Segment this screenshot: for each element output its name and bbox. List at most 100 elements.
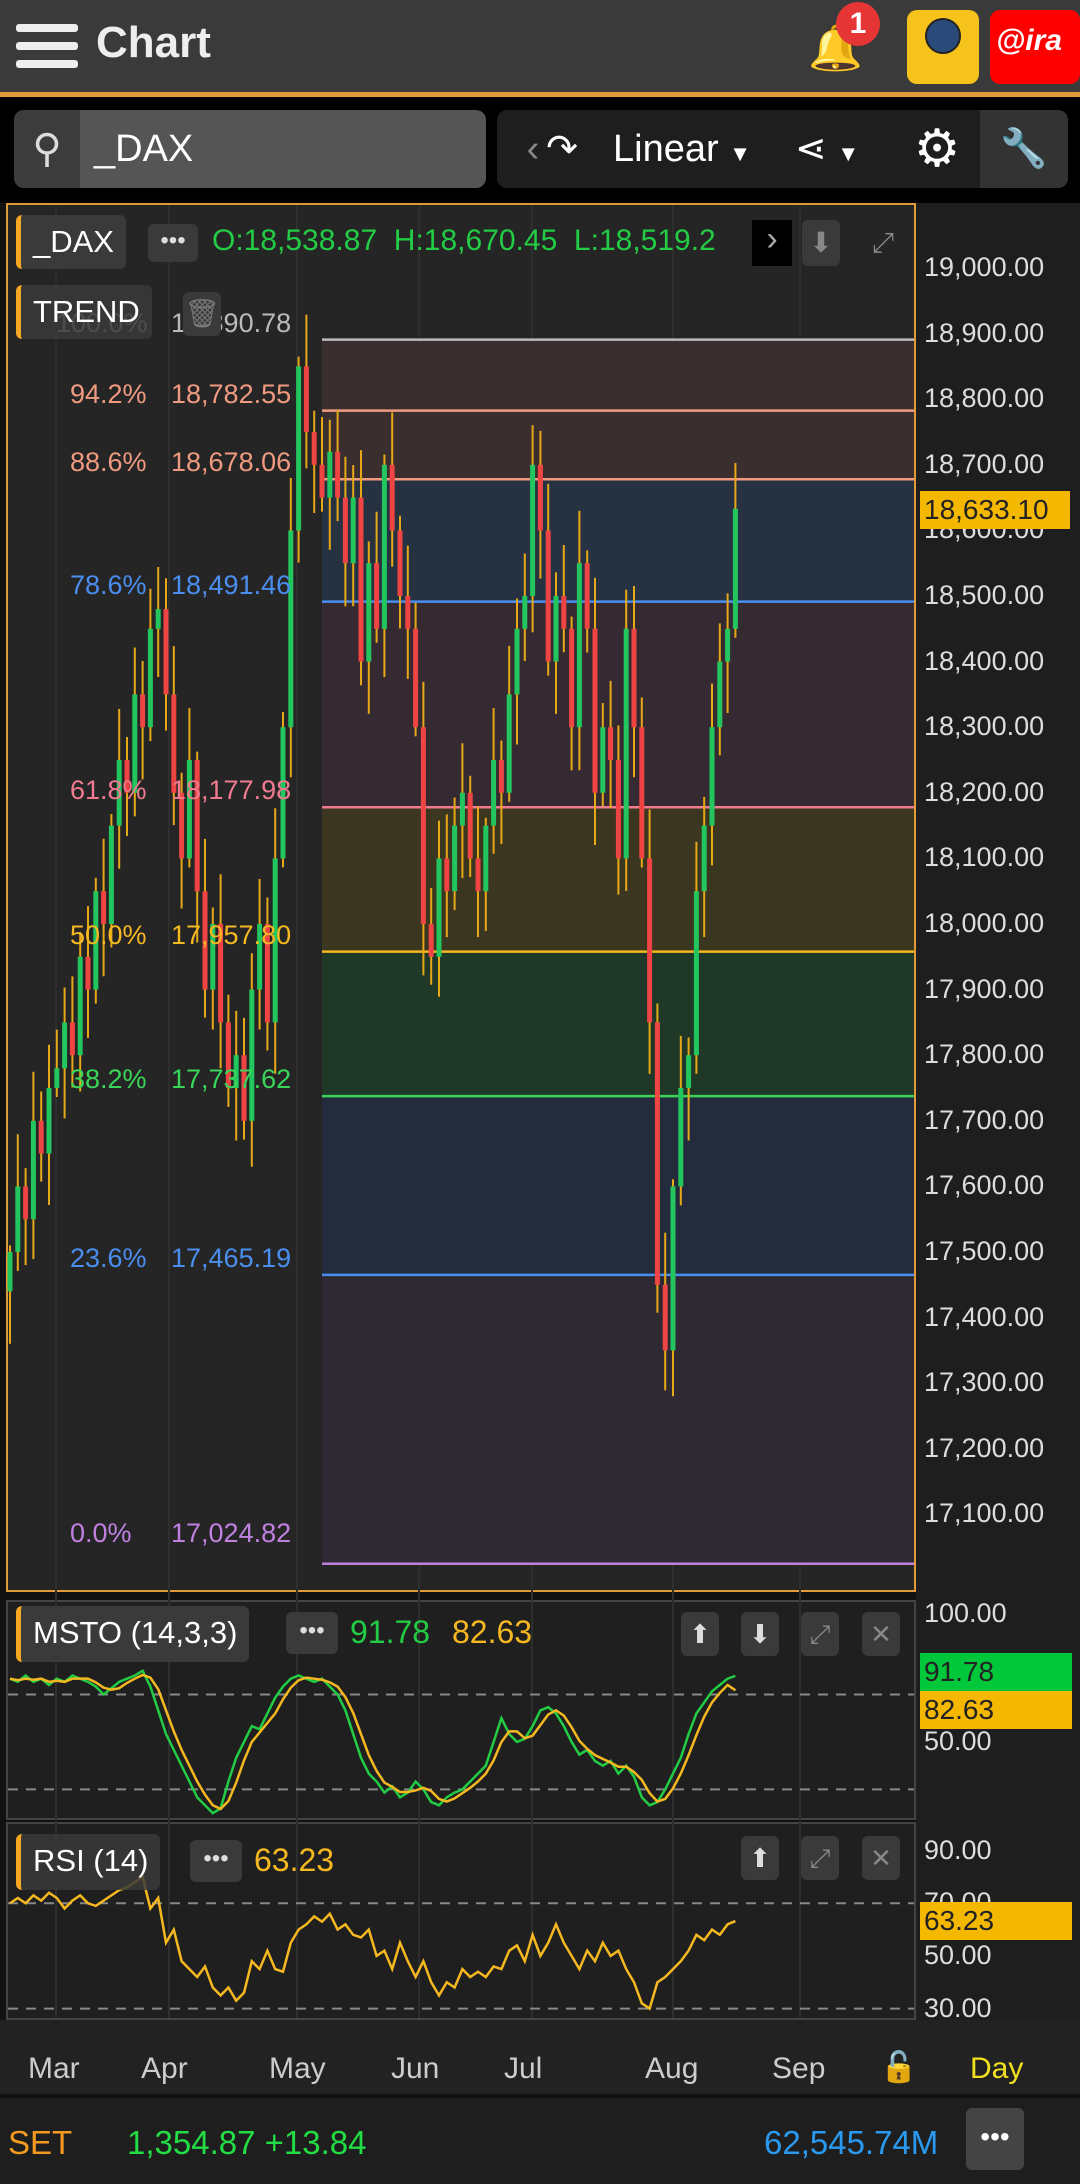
- period-selector[interactable]: Day: [970, 2052, 1023, 2086]
- candle-body: [717, 661, 723, 728]
- price-axis-label: 17,500.00: [924, 1236, 1045, 1266]
- symbol-tag[interactable]: _DAX: [16, 215, 126, 269]
- trash-icon[interactable]: 🗑: [183, 292, 221, 336]
- candle-body: [662, 1284, 668, 1351]
- candle-body: [420, 727, 426, 924]
- move-down-icon[interactable]: ⬇: [741, 1612, 779, 1656]
- more-options-icon[interactable]: •••: [148, 224, 198, 262]
- move-up-icon[interactable]: ⬆: [681, 1612, 719, 1656]
- fib-percent-label: 78.6%: [70, 569, 147, 600]
- candle-body: [670, 1186, 676, 1351]
- fib-value-label: 18,678.06: [171, 447, 292, 478]
- price-axis-label: 18,800.00: [924, 383, 1045, 414]
- candle-body: [15, 1186, 21, 1252]
- candle-body: [600, 727, 606, 793]
- move-down-icon[interactable]: ⬇: [802, 220, 840, 266]
- fib-band: [322, 1274, 914, 1564]
- expand-icon[interactable]: ⤢: [801, 1836, 839, 1880]
- month-label: Mar: [28, 2052, 80, 2085]
- fib-band: [322, 479, 914, 602]
- candle-body: [69, 1022, 75, 1056]
- rsi-line: [9, 1874, 736, 2011]
- price-axis-label: 17,100.00: [924, 1498, 1045, 1529]
- more-options-icon[interactable]: •••: [966, 2108, 1024, 2170]
- candle-body: [732, 508, 738, 629]
- candle-body: [592, 628, 598, 793]
- candle-body: [436, 858, 442, 957]
- candle-body: [389, 464, 395, 531]
- fib-band: [322, 1096, 914, 1275]
- candle-body: [108, 825, 114, 924]
- rsi-value: 63.23: [254, 1842, 335, 1878]
- fib-value-label: 17,024.82: [171, 1517, 292, 1548]
- rsi-label[interactable]: RSI (14): [16, 1834, 161, 1890]
- fib-percent-label: 38.2%: [70, 1064, 147, 1095]
- candle-body: [46, 1088, 52, 1154]
- fib-band: [322, 339, 914, 411]
- candle-body: [709, 727, 715, 826]
- candle-body: [584, 563, 590, 629]
- price-axis-label: 18,700.00: [924, 448, 1045, 479]
- msto-label[interactable]: MSTO (14,3,3): [16, 1606, 250, 1662]
- candle-body: [350, 497, 356, 564]
- candle-body: [522, 596, 528, 629]
- candle-body: [23, 1186, 29, 1220]
- candle-body: [545, 530, 551, 662]
- fib-band: [322, 951, 914, 1097]
- price-axis-label: 18,100.00: [924, 842, 1045, 873]
- chevron-right-icon[interactable]: ›: [752, 220, 792, 266]
- move-up-icon[interactable]: ⬆: [741, 1836, 779, 1880]
- msto-axis-label: 50.00: [924, 1726, 992, 1756]
- expand-icon[interactable]: ⤢: [801, 1612, 839, 1656]
- study-tag[interactable]: TREND: [16, 285, 152, 339]
- candle-body: [38, 1120, 44, 1154]
- fib-percent-label: 0.0%: [70, 1517, 132, 1548]
- fib-value-label: 17,737.62: [171, 1064, 292, 1095]
- candle-body: [147, 628, 153, 728]
- candle-body: [483, 825, 489, 892]
- msto-k-tag: 91.78: [920, 1653, 1072, 1691]
- close-icon[interactable]: ✕: [862, 1612, 900, 1656]
- close-icon[interactable]: ✕: [862, 1836, 900, 1880]
- candle-body: [366, 563, 372, 662]
- fib-value-label: 18,491.46: [171, 569, 292, 600]
- candle-body: [537, 464, 543, 531]
- msto-k-value: 91.78: [350, 1614, 431, 1650]
- candle-body: [358, 497, 364, 662]
- price-axis-label: 17,800.00: [924, 1039, 1045, 1070]
- candle-body: [639, 727, 645, 859]
- more-options-icon[interactable]: •••: [190, 1840, 242, 1882]
- fib-value-label: 18,177.98: [171, 775, 292, 806]
- msto-d-value: 82.63: [452, 1614, 533, 1650]
- candle-body: [249, 989, 255, 1121]
- price-axis-label: 17,600.00: [924, 1170, 1045, 1201]
- candle-body: [561, 596, 567, 629]
- price-axis-label: 17,300.00: [924, 1367, 1045, 1398]
- candle-body: [405, 596, 411, 629]
- candle-body: [327, 451, 333, 498]
- candle-body: [140, 694, 146, 728]
- price-axis-label: 17,400.00: [924, 1301, 1045, 1332]
- expand-icon[interactable]: ⤢: [864, 220, 902, 266]
- price-axis-label: 18,500.00: [924, 580, 1045, 610]
- candle-body: [155, 609, 161, 629]
- price-axis-label: 17,900.00: [924, 973, 1045, 1004]
- lock-icon[interactable]: 🔓: [880, 2050, 917, 2085]
- rsi-axis-label: 50.00: [924, 1939, 992, 1970]
- candle-body: [530, 464, 536, 596]
- chart-canvas: [7, 205, 914, 2018]
- candle-body: [444, 858, 450, 892]
- more-options-icon[interactable]: •••: [286, 1612, 338, 1654]
- fib-value-label: 17,957.80: [171, 919, 292, 950]
- candle-body: [77, 956, 83, 1056]
- msto-axis-label: 100.00: [924, 1598, 1007, 1628]
- ohlc-readout: O:18,538.87 H:18,670.45 L:18,519.2: [212, 224, 716, 257]
- month-label: Aug: [645, 2052, 699, 2085]
- candle-body: [608, 727, 614, 760]
- candle-body: [452, 825, 458, 892]
- candle-body: [686, 1055, 692, 1088]
- month-label: Jul: [504, 2052, 543, 2085]
- candle-body: [576, 563, 582, 728]
- candle-body: [631, 628, 637, 728]
- candle-body: [475, 858, 481, 892]
